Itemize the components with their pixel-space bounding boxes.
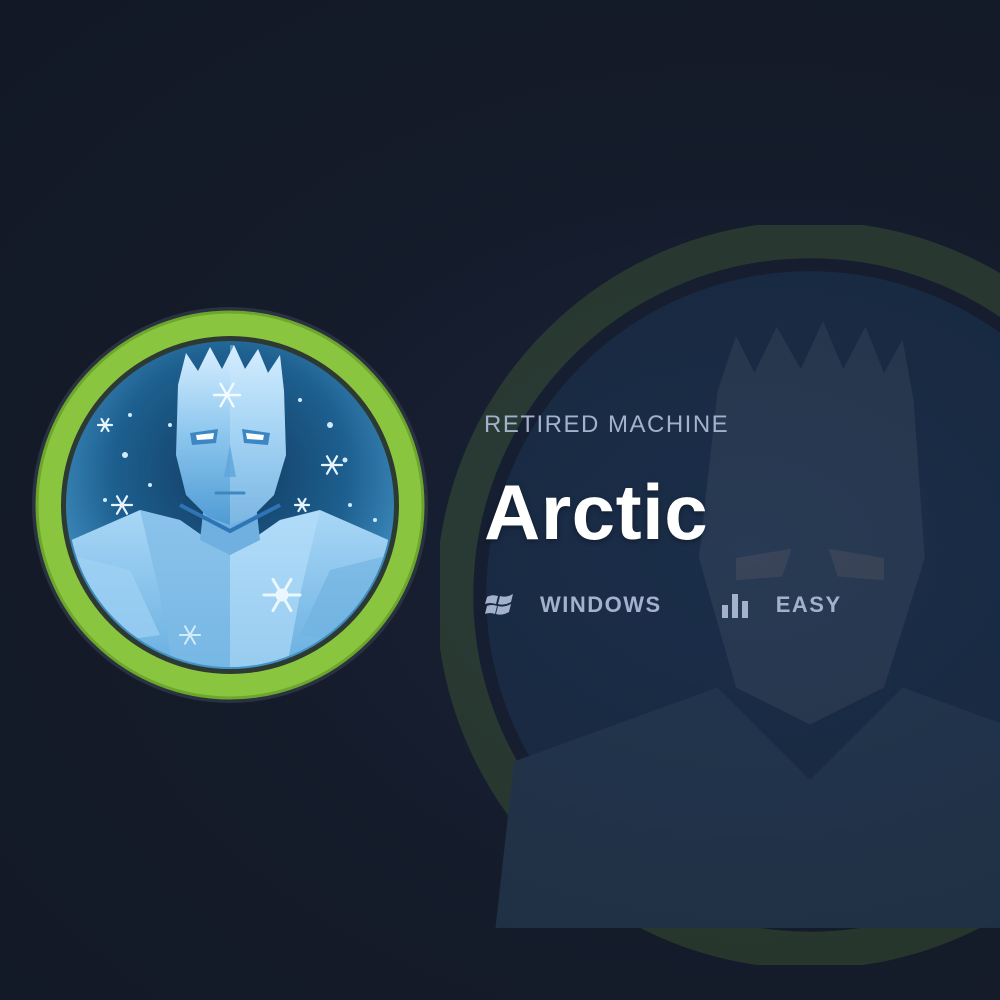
os-tag: WINDOWS (484, 591, 662, 619)
machine-status-label: RETIRED MACHINE (484, 411, 730, 438)
bar-chart-icon (720, 591, 752, 619)
machine-meta: WINDOWS EASY (484, 585, 984, 625)
machine-name: Arctic (484, 468, 709, 556)
os-label: WINDOWS (540, 592, 662, 617)
machine-info: RETIRED MACHINE Arctic WINDOWS EASY (484, 405, 984, 625)
difficulty-tag: EASY (720, 591, 842, 619)
machine-avatar (30, 305, 430, 705)
difficulty-label: EASY (775, 592, 842, 617)
machine-card: RETIRED MACHINE Arctic WINDOWS EASY (0, 0, 1000, 1000)
windows-logo-icon (484, 591, 516, 619)
